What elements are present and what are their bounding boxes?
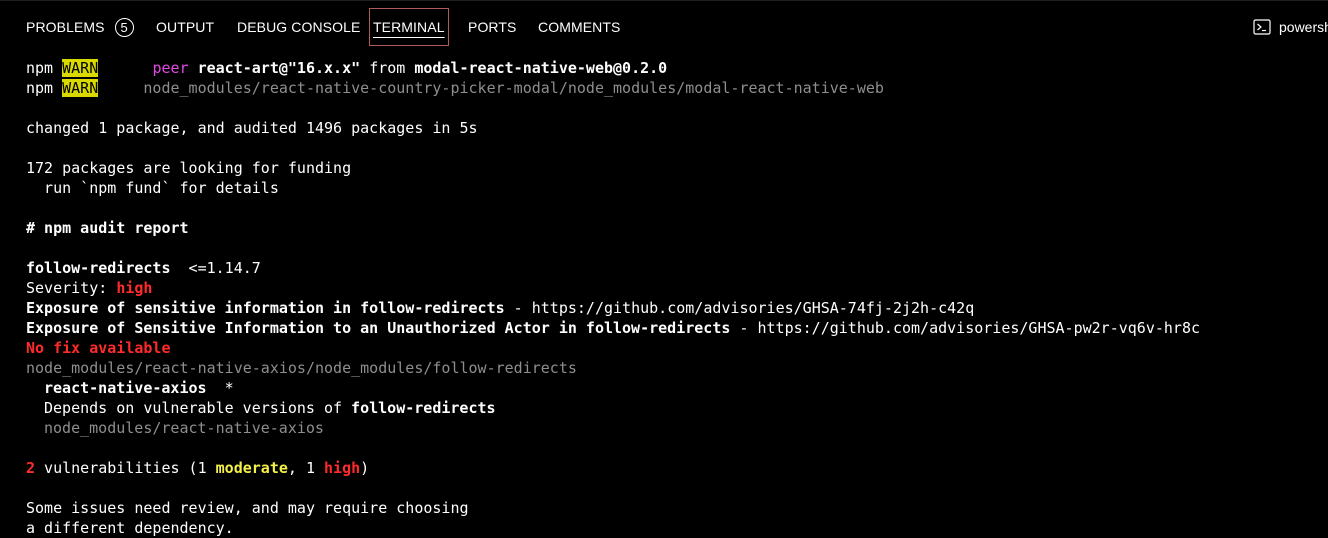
dependent-path: node_modules/react-native-axios xyxy=(44,419,324,437)
tab-ports-label: PORTS xyxy=(468,19,517,35)
advisory-separator: - xyxy=(504,299,532,317)
vulnerability-count: 2 xyxy=(26,459,36,477)
tab-output[interactable]: OUTPUT xyxy=(156,1,214,52)
from-word: from xyxy=(369,59,406,77)
tab-problems-label: PROBLEMS xyxy=(26,19,105,35)
advisory-link[interactable]: https://github.com/advisories/GHSA-74fj-… xyxy=(532,299,975,317)
terminal-picker-label: powersh xyxy=(1279,19,1328,35)
high-label: high xyxy=(324,459,361,477)
peer-source: modal-react-native-web@0.2.0 xyxy=(414,59,668,77)
terminal-line-fund-hint: run `npm fund` for details xyxy=(26,179,279,197)
summary-end: ) xyxy=(360,459,370,477)
vulnerable-package-name: follow-redirects xyxy=(26,259,171,277)
vulnerable-range: <=1.14.7 xyxy=(170,259,261,277)
npm-prefix: npm xyxy=(26,59,54,77)
tab-debug-console[interactable]: DEBUG CONSOLE xyxy=(237,1,360,52)
terminal-line-review-1: Some issues need review, and may require… xyxy=(26,499,469,517)
terminal-line-review-2: a different dependency. xyxy=(26,519,234,537)
warn-badge: WARN xyxy=(62,59,99,77)
warn-path: node_modules/react-native-country-picker… xyxy=(143,79,884,97)
terminal-line-advisory-2: Exposure of Sensitive Information to an … xyxy=(26,318,1200,338)
severity-value: high xyxy=(116,279,153,297)
terminal-line-advisory-1: Exposure of sensitive information in fol… xyxy=(26,298,974,318)
severity-label: Severity: xyxy=(26,279,117,297)
tab-comments[interactable]: COMMENTS xyxy=(538,1,620,52)
warn-badge: WARN xyxy=(62,79,99,97)
tab-terminal-label: TERMINAL xyxy=(373,19,445,35)
terminal-line-package: follow-redirects <=1.14.7 xyxy=(26,258,261,278)
terminal-line-npm-warn-path: npm WARN node_modules/react-native-count… xyxy=(26,78,884,98)
tab-output-label: OUTPUT xyxy=(156,19,215,35)
panel-header: ' `'"'" ` `' "" ' ` '"'` ' " "' " '"'`' … xyxy=(0,0,1328,52)
terminal-instance-picker[interactable]: powersh xyxy=(1253,1,1328,52)
advisory-title: Exposure of Sensitive Information to an … xyxy=(26,319,731,337)
dependent-package-name: react-native-axios xyxy=(44,379,207,397)
terminal-line-vulnerability-summary: 2 vulnerabilities (1 moderate, 1 high) xyxy=(26,458,369,478)
tab-ports[interactable]: PORTS xyxy=(468,1,516,52)
summary-text: vulnerabilities (1 xyxy=(35,459,216,477)
no-fix-notice: No fix available xyxy=(26,339,171,357)
depends-prefix: Depends on vulnerable versions of xyxy=(44,399,352,417)
terminal-line-npm-warn-peer: npm WARN peer react-art@"16.x.x" from mo… xyxy=(26,58,667,78)
advisory-title: Exposure of sensitive information in fol… xyxy=(26,299,505,317)
terminal-line-dependent: react-native-axios * xyxy=(44,378,234,398)
problems-count-badge: 5 xyxy=(114,17,134,37)
terminal-line-changed: changed 1 package, and audited 1496 pack… xyxy=(26,119,478,137)
tab-debug-console-label: DEBUG CONSOLE xyxy=(237,19,361,35)
peer-package: react-art@"16.x.x" xyxy=(197,59,361,77)
terminal-line-depends-on: Depends on vulnerable versions of follow… xyxy=(44,398,496,418)
depends-package: follow-redirects xyxy=(351,399,496,417)
moderate-label: moderate xyxy=(215,459,288,477)
advisory-link[interactable]: https://github.com/advisories/GHSA-pw2r-… xyxy=(758,319,1201,337)
advisory-separator: - xyxy=(730,319,758,337)
terminal-output[interactable]: npm WARN peer react-art@"16.x.x" from mo… xyxy=(0,52,1328,538)
tab-terminal[interactable]: TERMINAL xyxy=(369,8,449,46)
audit-report-heading: # npm audit report xyxy=(26,219,189,237)
npm-prefix: npm xyxy=(26,79,54,97)
affected-path: node_modules/react-native-axios/node_mod… xyxy=(26,359,577,377)
terminal-line-funding: 172 packages are looking for funding xyxy=(26,159,352,177)
tab-problems[interactable]: PROBLEMS 5 xyxy=(26,1,134,52)
terminal-line-severity: Severity: high xyxy=(26,278,152,298)
peer-label: peer xyxy=(152,59,189,77)
dependent-range: * xyxy=(206,379,234,397)
tab-comments-label: COMMENTS xyxy=(538,19,621,35)
summary-comma: , 1 xyxy=(287,459,325,477)
terminal-icon xyxy=(1253,19,1271,35)
